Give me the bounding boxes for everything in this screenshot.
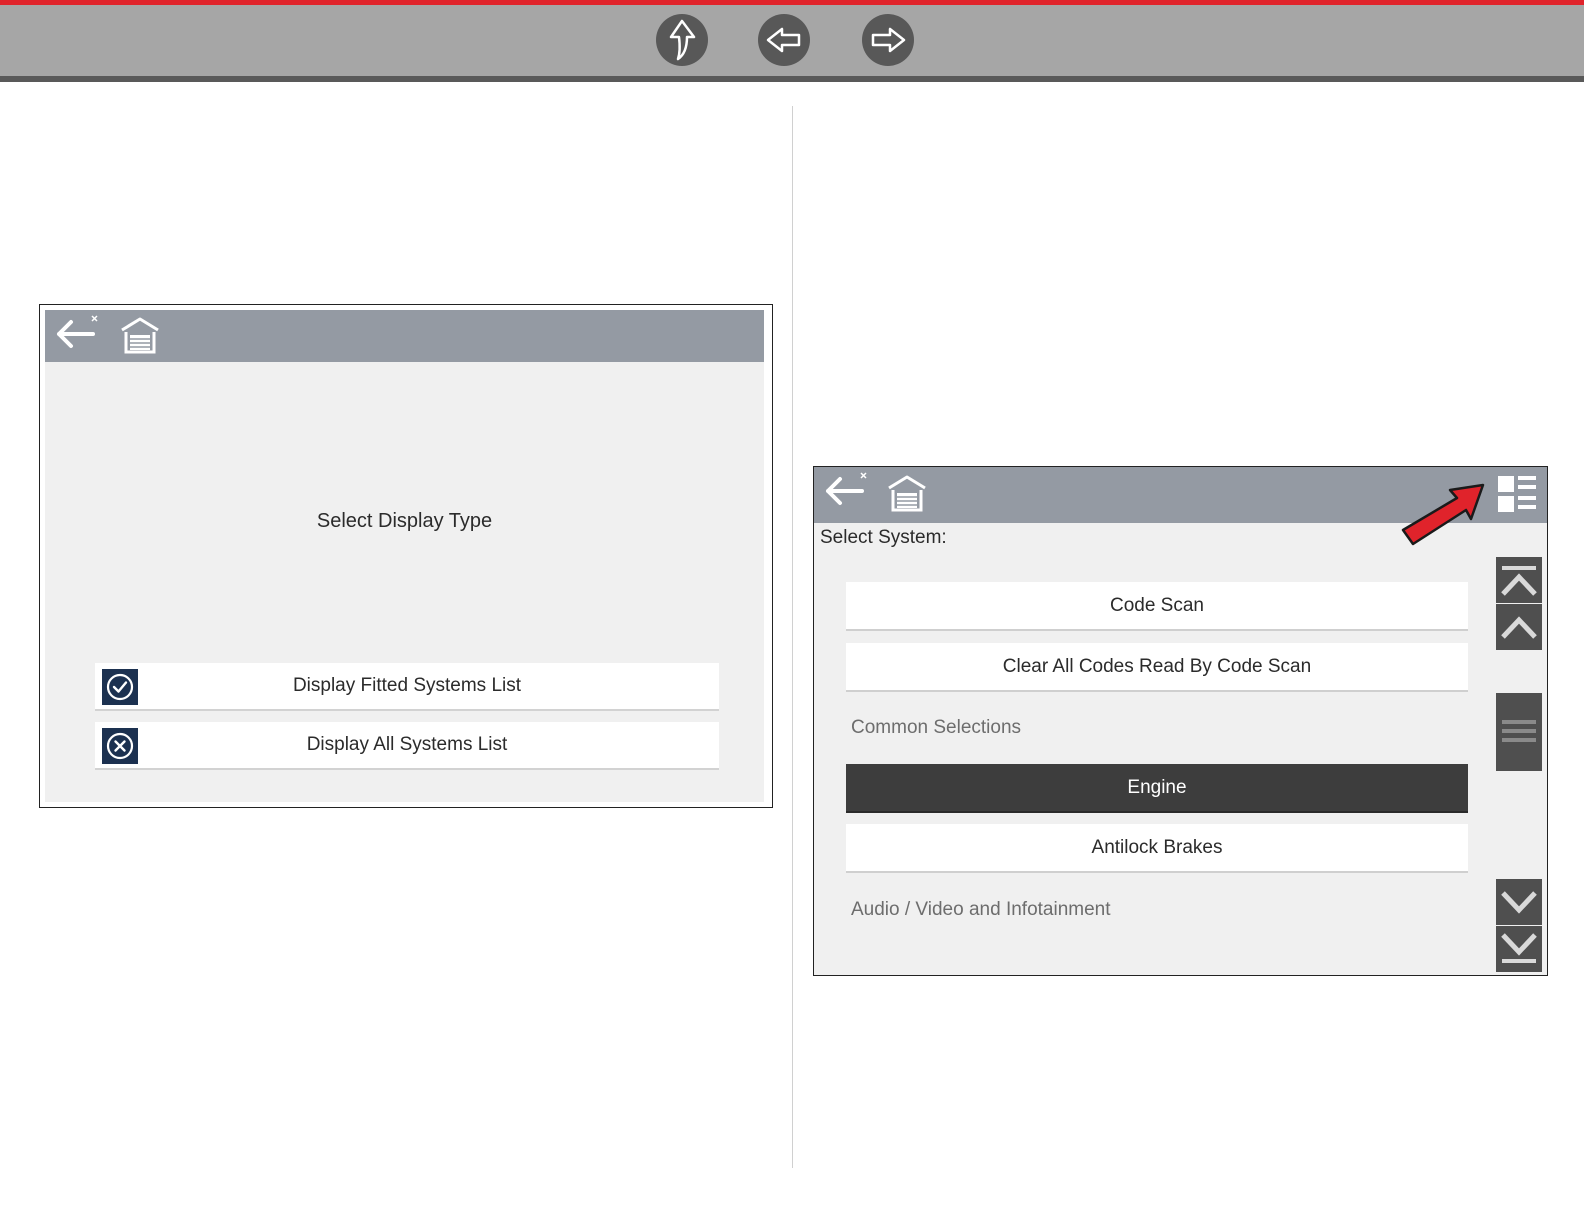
section-header-common: Common Selections	[851, 717, 1022, 738]
red-arrow-pointer-icon	[1401, 483, 1485, 546]
home-garage-icon[interactable]	[119, 315, 161, 355]
scroll-top-icon	[1501, 566, 1537, 596]
back-exit-icon[interactable]	[822, 471, 868, 511]
display-fitted-systems-button[interactable]: Display Fitted Systems List	[95, 663, 719, 711]
column-divider	[792, 106, 793, 1168]
scroll-thumb-icon	[1502, 720, 1536, 742]
antilock-brakes-button[interactable]: Antilock Brakes	[846, 824, 1468, 873]
display-type-screen: Select Display Type Display Fitted Syste…	[39, 304, 773, 808]
top-nav-bar	[0, 0, 1584, 82]
engine-button[interactable]: Engine	[846, 764, 1468, 813]
back-icon	[766, 27, 801, 53]
clear-all-codes-button[interactable]: Clear All Codes Read By Code Scan	[846, 643, 1468, 692]
scroll-down-icon	[1501, 891, 1537, 914]
up-icon	[669, 19, 696, 61]
page-title: Select Display Type	[316, 510, 493, 532]
display-all-systems-button[interactable]: Display All Systems List	[95, 722, 719, 770]
scroll-up-icon	[1501, 616, 1537, 639]
top-bar-shadow	[0, 76, 1584, 82]
top-accent-stripe	[0, 0, 1584, 5]
scroll-bottom-button[interactable]	[1496, 926, 1542, 972]
scroll-bottom-icon	[1501, 933, 1537, 963]
select-system-label: Select System:	[820, 527, 947, 548]
option-label: Display Fitted Systems List	[292, 675, 522, 696]
scroll-up-button[interactable]	[1496, 604, 1542, 650]
back-exit-icon[interactable]	[53, 314, 99, 354]
code-scan-button[interactable]: Code Scan	[846, 582, 1468, 631]
view-toggle-icon[interactable]	[1496, 473, 1538, 515]
forward-icon	[871, 27, 906, 53]
scrollbar[interactable]	[1496, 557, 1542, 975]
scroll-thumb[interactable]	[1496, 693, 1542, 771]
scroll-down-button[interactable]	[1496, 879, 1542, 925]
option-label: Display All Systems List	[306, 734, 508, 755]
up-button[interactable]	[656, 14, 708, 66]
scroll-top-button[interactable]	[1496, 557, 1542, 603]
screen-header	[45, 310, 764, 362]
section-header-audio: Audio / Video and Infotainment	[851, 899, 1111, 920]
forward-button[interactable]	[862, 14, 914, 66]
back-button[interactable]	[758, 14, 810, 66]
home-garage-icon[interactable]	[886, 473, 928, 513]
screen-body: Select Display Type Display Fitted Syste…	[45, 310, 764, 802]
